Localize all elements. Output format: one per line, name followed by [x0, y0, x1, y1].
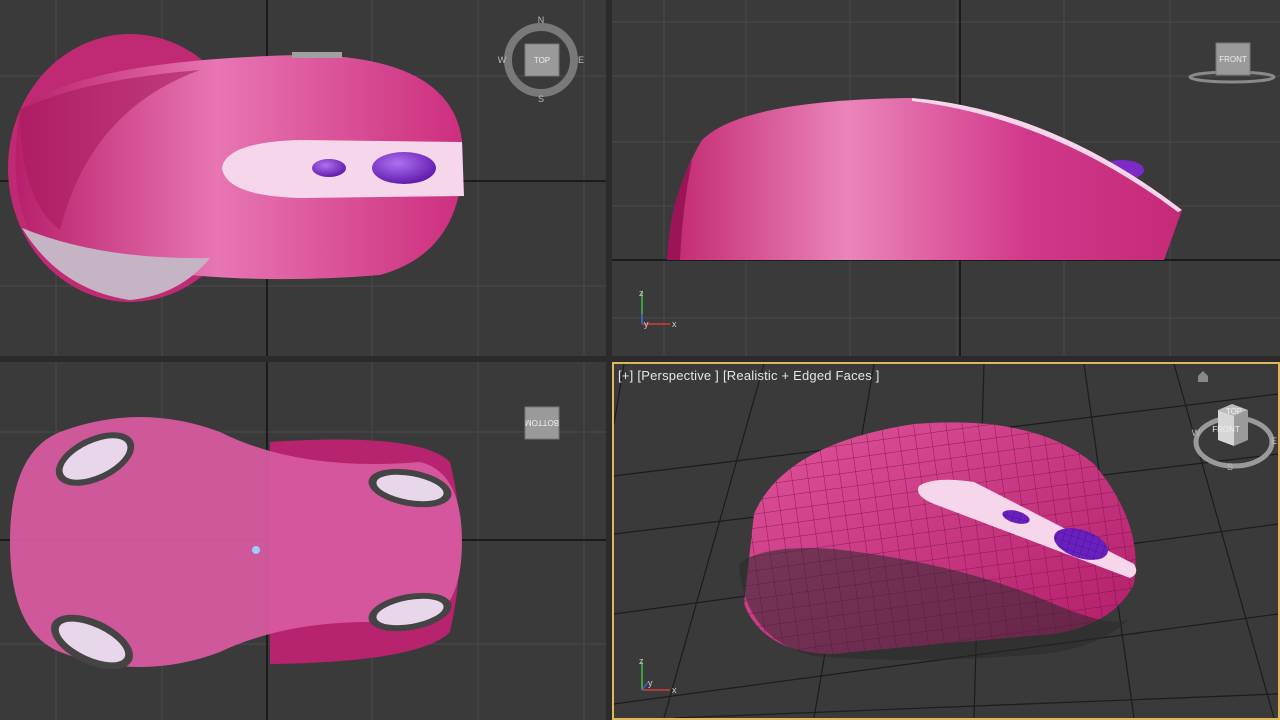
svg-text:E: E	[578, 55, 584, 65]
viewport-top[interactable]: TOP N S E W	[0, 0, 606, 356]
svg-text:y: y	[644, 319, 649, 329]
mouse-model-bottom	[10, 417, 462, 670]
viewport-top-canvas: TOP N S E W	[0, 0, 606, 356]
viewport-front-canvas: FRONT z x y	[612, 0, 1280, 356]
viewport-perspective-canvas: TOP FRONT W E S z x y	[614, 364, 1278, 718]
viewcube-top-label: TOP	[534, 56, 550, 65]
scroll-wheel-large	[372, 152, 436, 184]
svg-text:x: x	[672, 319, 677, 329]
svg-text:E: E	[1271, 436, 1277, 446]
svg-text:W: W	[1192, 428, 1201, 438]
viewport-view-menu[interactable]: [Perspective ]	[637, 368, 719, 383]
svg-text:W: W	[498, 55, 507, 65]
viewport-bottom-canvas: BOTTOM	[0, 362, 606, 720]
svg-text:S: S	[1227, 462, 1233, 472]
viewport-perspective[interactable]: TOP FRONT W E S z x y [+] [Perspective ][…	[612, 362, 1280, 720]
svg-text:x: x	[672, 685, 677, 695]
viewcube-front-label: FRONT	[1219, 55, 1247, 64]
svg-text:z: z	[639, 656, 644, 666]
viewport-perspective-label: [+] [Perspective ] [Realistic + Edged Face…	[618, 368, 884, 383]
axis-tripod-perspective: z x y	[639, 656, 677, 695]
svg-text:z: z	[639, 288, 644, 298]
axis-tripod-front: z x y	[639, 288, 677, 329]
viewport-bottom[interactable]: BOTTOM	[0, 362, 606, 720]
viewcube-bottom[interactable]: BOTTOM	[524, 406, 560, 440]
mouse-model-front	[667, 98, 1182, 260]
svg-text:y: y	[648, 678, 653, 688]
mouse-model-top	[8, 34, 464, 302]
home-icon[interactable]	[1198, 371, 1208, 382]
viewcube-perspective[interactable]: TOP FRONT W E S	[1192, 404, 1277, 472]
viewport-menu-plus[interactable]: [+]	[618, 368, 633, 383]
svg-text:FRONT: FRONT	[1212, 425, 1240, 434]
scroll-wheel-small	[312, 159, 346, 177]
viewcube-bottom-label: BOTTOM	[525, 418, 559, 427]
pivot-point	[252, 546, 260, 554]
viewport-shading-menu[interactable]: [Realistic + Edged Faces ]	[723, 368, 880, 383]
svg-text:TOP: TOP	[1226, 407, 1242, 416]
svg-text:S: S	[538, 94, 544, 104]
viewport-front[interactable]: FRONT z x y	[612, 0, 1280, 356]
svg-text:N: N	[538, 15, 545, 25]
viewcube-top[interactable]: TOP N S E W	[498, 15, 584, 104]
mouse-model-perspective	[739, 422, 1137, 660]
